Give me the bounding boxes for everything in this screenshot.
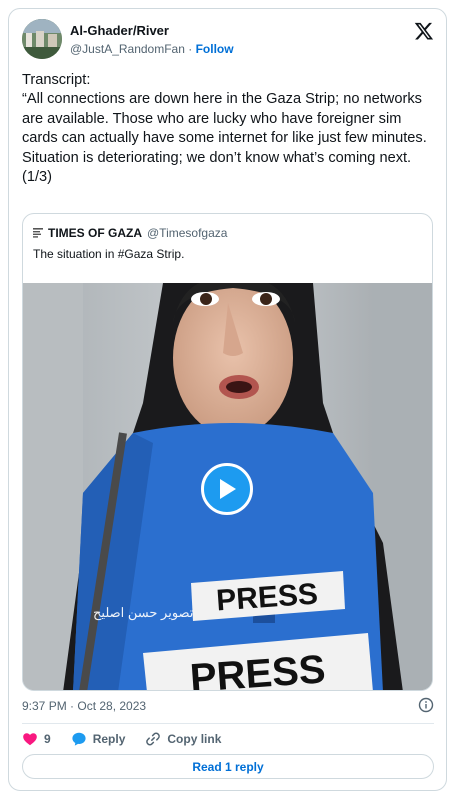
reply-label: Reply: [92, 732, 126, 746]
video-thumbnail[interactable]: PRESS PRESS تصوير حسن اصليح: [23, 283, 432, 690]
like-button[interactable]: 9: [22, 731, 51, 747]
read-replies-button[interactable]: Read 1 reply: [22, 754, 434, 779]
tweet-text-line-3: (1/3): [22, 169, 53, 186]
follow-button[interactable]: Follow: [196, 42, 234, 56]
action-bar: 9 Reply Copy link: [22, 729, 241, 749]
author-subline: @JustA_RandomFan · Follow: [70, 42, 234, 56]
like-count: 9: [44, 732, 51, 746]
author-display-name[interactable]: Al-Ghader/River: [70, 23, 169, 38]
quoted-handle[interactable]: @Timesofgaza: [147, 226, 227, 240]
quoted-text: The situation in #Gaza Strip.: [33, 247, 185, 261]
video-caption: تصوير حسن اصليح: [93, 605, 194, 620]
info-icon[interactable]: [418, 697, 434, 713]
times-of-gaza-logo-icon: [33, 227, 43, 239]
author-handle[interactable]: @JustA_RandomFan: [70, 42, 185, 56]
tweet-timestamp[interactable]: 9:37 PM · Oct 28, 2023: [22, 699, 146, 713]
x-logo-icon[interactable]: [414, 21, 434, 41]
divider: [22, 723, 434, 724]
copy-link-button[interactable]: Copy link: [145, 731, 221, 747]
play-button[interactable]: [201, 463, 253, 515]
quoted-tweet[interactable]: TIMES OF GAZA @Timesofgaza The situation…: [22, 213, 433, 691]
tweet-text: Transcript: “All connections are down he…: [22, 71, 432, 187]
heart-icon: [23, 733, 37, 746]
tweet-text-line-2: “All connections are down here in the Ga…: [22, 91, 427, 166]
quoted-header: TIMES OF GAZA @Timesofgaza: [33, 226, 227, 240]
quoted-account-name[interactable]: TIMES OF GAZA: [48, 226, 142, 240]
tweet-text-line-1: Transcript:: [22, 72, 91, 88]
tweet-card: Al-Ghader/River @JustA_RandomFan · Follo…: [8, 8, 447, 791]
link-icon: [146, 732, 161, 746]
separator-dot: ·: [188, 42, 193, 56]
avatar[interactable]: [22, 19, 62, 59]
copy-link-label: Copy link: [167, 732, 222, 746]
reply-button[interactable]: Reply: [71, 731, 126, 747]
play-icon: [220, 479, 236, 499]
reply-bubble-icon: [72, 732, 86, 746]
